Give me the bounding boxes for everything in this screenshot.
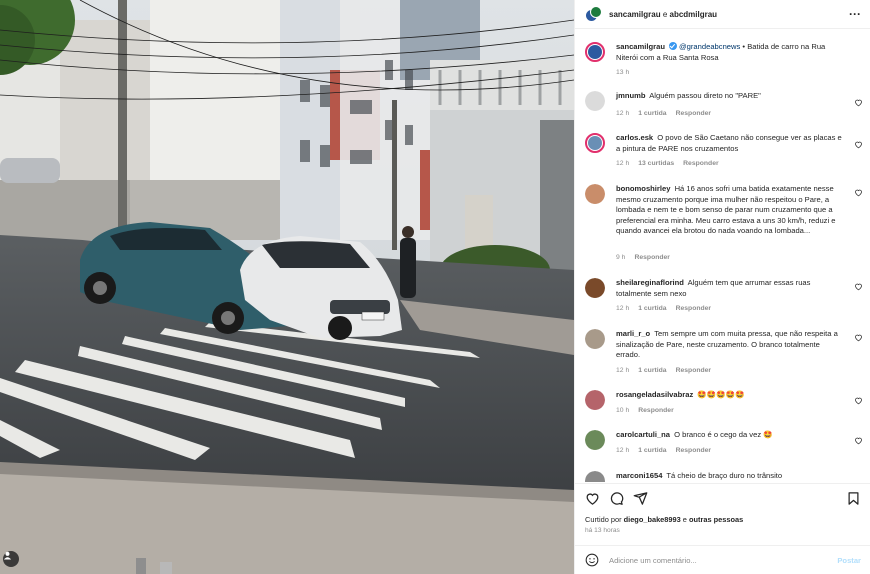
reply-button[interactable]: Responder — [683, 160, 719, 167]
comment-username[interactable]: marli_r_o — [616, 329, 650, 338]
comment-avatar[interactable] — [585, 278, 605, 298]
reply-button[interactable]: Responder — [634, 254, 670, 261]
comment-username[interactable]: bonomoshirley — [616, 184, 670, 193]
comment-text: Alguém passou direto no "PARE" — [649, 91, 761, 100]
liked-by-others-link[interactable]: outras pessoas — [689, 515, 743, 524]
comment-likes[interactable]: 13 curtidas — [638, 160, 674, 167]
comment-likes[interactable]: 1 curtida — [638, 447, 666, 454]
person-icon — [3, 551, 12, 560]
reply-button[interactable]: Responder — [676, 305, 712, 312]
collab-usernames: sancamilgrau e abcdmilgrau — [609, 10, 717, 19]
comment-avatar[interactable] — [585, 329, 605, 349]
comment-avatar[interactable] — [585, 390, 605, 410]
comment-time: 10 h — [616, 407, 630, 414]
verified-icon — [668, 42, 677, 50]
caption-time: 13 h — [616, 69, 630, 76]
comment-text: 🤩🤩🤩🤩🤩 — [697, 390, 745, 399]
caption-mention-link[interactable]: @grandeabcnews — [679, 42, 740, 51]
heart-icon[interactable] — [854, 396, 863, 405]
header-user2-link[interactable]: abcdmilgrau — [670, 10, 718, 19]
comment-avatar[interactable] — [585, 133, 605, 153]
liked-by-user-link[interactable]: diego_bake8993 — [624, 515, 681, 524]
comment-username[interactable]: carlos.esk — [616, 133, 653, 142]
comment-username[interactable]: sheilareginaflorind — [616, 278, 684, 287]
comment-time: 9 h — [616, 254, 626, 261]
comment-time: 12 h — [616, 305, 630, 312]
comment-username[interactable]: rosangeladasilvabraz — [616, 390, 693, 399]
comment-time: 12 h — [616, 160, 630, 167]
comment-composer: Postar — [575, 545, 870, 574]
emoji-icon[interactable] — [585, 553, 599, 567]
comment-avatar[interactable] — [585, 91, 605, 111]
post-side-panel: sancamilgrau e abcdmilgrau ··· sancamilg… — [574, 0, 870, 574]
ellipsis-icon: ··· — [849, 7, 861, 21]
bookmark-icon[interactable] — [846, 491, 861, 506]
reply-button[interactable]: Responder — [676, 110, 712, 117]
comment-text: Tá cheio de braço duro no trânsito — [666, 471, 783, 480]
heart-icon[interactable] — [854, 98, 863, 107]
comment-avatar[interactable] — [585, 184, 605, 204]
reply-button[interactable]: Responder — [676, 447, 712, 454]
comment-username[interactable]: jmnumb — [616, 91, 646, 100]
heart-icon[interactable] — [854, 333, 863, 342]
share-send-icon[interactable] — [633, 491, 648, 506]
post-comment-button[interactable]: Postar — [837, 556, 861, 565]
comment-username[interactable]: carolcartuli_na — [616, 430, 670, 439]
reply-button[interactable]: Responder — [676, 367, 712, 374]
heart-icon[interactable] — [854, 436, 863, 445]
comment-likes[interactable]: 1 curtida — [638, 110, 666, 117]
comment-input[interactable] — [609, 555, 838, 565]
street-scene-image — [0, 0, 574, 574]
comments-list[interactable]: sancamilgrau @grandeabcnews • Batida de c… — [575, 30, 870, 482]
caption-username[interactable]: sancamilgrau — [616, 42, 665, 51]
comment-likes[interactable]: 1 curtida — [638, 367, 666, 374]
comment-likes[interactable]: 1 curtida — [638, 305, 666, 312]
post-view: sancamilgrau e abcdmilgrau ··· sancamilg… — [0, 0, 870, 574]
comment-time: 12 h — [616, 367, 630, 374]
comment-avatar[interactable] — [585, 471, 605, 482]
comment-username[interactable]: marconi1654 — [616, 471, 662, 480]
post-actions — [575, 483, 870, 511]
caption-avatar[interactable] — [585, 42, 605, 62]
liked-by-prefix: Curtido por — [585, 515, 622, 524]
like-heart-icon[interactable] — [585, 491, 600, 506]
post-timestamp[interactable]: há 13 horas — [585, 527, 620, 534]
comment-bubble-icon[interactable] — [609, 491, 624, 506]
post-photo[interactable] — [0, 0, 574, 574]
comment-time: 12 h — [616, 110, 630, 117]
collab-avatars[interactable] — [585, 5, 602, 23]
heart-icon[interactable] — [854, 188, 863, 197]
comment-avatar[interactable] — [585, 430, 605, 450]
header-separator: e — [662, 9, 668, 19]
tagged-users-button[interactable] — [3, 551, 19, 567]
comment-text: O branco é o cego da vez 🤩 — [674, 430, 773, 439]
more-options-button[interactable]: ··· — [849, 7, 861, 21]
comment-time: 12 h — [616, 447, 630, 454]
heart-icon[interactable] — [854, 282, 863, 291]
heart-icon[interactable] — [854, 140, 863, 149]
liked-by-joiner: e — [682, 515, 687, 524]
reply-button[interactable]: Responder — [638, 407, 674, 414]
header-user1-link[interactable]: sancamilgrau — [609, 10, 661, 19]
liked-by-line: Curtido por diego_bake8993 e outras pess… — [585, 515, 743, 524]
post-header: sancamilgrau e abcdmilgrau ··· — [575, 0, 870, 29]
